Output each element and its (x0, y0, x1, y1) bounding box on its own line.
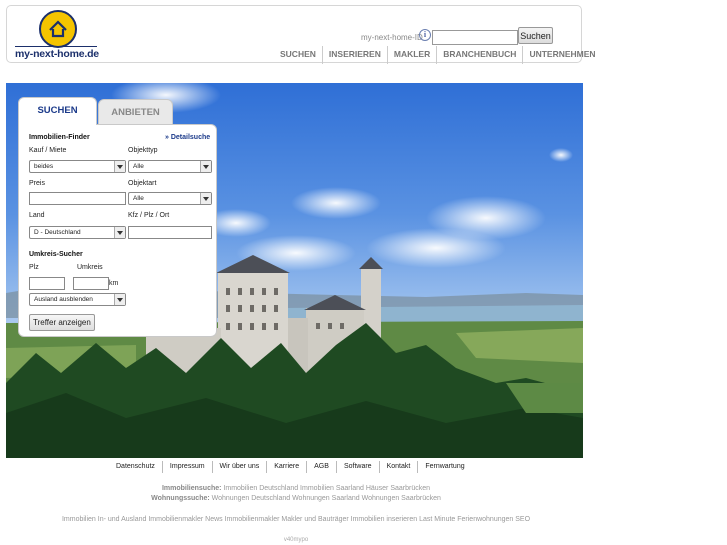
land-value: D - Deutschland (34, 229, 81, 236)
search-panel: Immobilien-Finder » Detailsuche Kauf / M… (18, 124, 217, 337)
umkreis-title: Umkreis-Sucher (29, 251, 83, 258)
objekttyp-select[interactable]: Alle (128, 160, 212, 173)
ausland-select[interactable]: Ausland ausblenden (29, 293, 126, 306)
logo-house-icon (39, 10, 77, 48)
treffer-anzeigen-button[interactable]: Treffer anzeigen (29, 314, 95, 331)
footer-link-agb[interactable]: AGB (306, 461, 336, 473)
id-search-button[interactable]: Suchen (518, 27, 553, 44)
seo-wohn-links[interactable]: Wohnungen Deutschland Wohnungen Saarland… (210, 495, 441, 502)
seo-wohnungssuche: Wohnungssuche: Wohnungen Deutschland Woh… (0, 495, 592, 502)
ausland-value: Ausland ausblenden (34, 296, 93, 303)
nav-branchenbuch[interactable]: BRANCHENBUCH (436, 46, 522, 64)
nav-suchen[interactable]: SUCHEN (274, 46, 322, 64)
logo-underline (15, 46, 97, 47)
detailsuche-link[interactable]: » Detailsuche (165, 134, 210, 141)
objekttyp-label: Objekttyp (128, 147, 158, 154)
tab-anbieten[interactable]: ANBIETEN (98, 99, 173, 125)
chevron-down-icon (200, 193, 211, 204)
kfz-plz-ort-input[interactable] (128, 226, 212, 239)
kauf-miete-value: beides (34, 163, 54, 170)
footer-link-fernwartung[interactable]: Fernwartung (417, 461, 471, 473)
umkreis-label: Umkreis (77, 264, 103, 271)
objektart-value: Alle (133, 195, 144, 202)
plz-label: Plz (29, 264, 39, 271)
info-icon[interactable]: i (419, 29, 431, 41)
plz-input[interactable] (29, 277, 65, 290)
nav-makler[interactable]: MAKLER (386, 46, 436, 64)
finder-title: Immobilien-Finder (29, 134, 90, 141)
main-navigation: SUCHEN INSERIEREN MAKLER BRANCHENBUCH UN… (274, 46, 602, 64)
tab-suchen[interactable]: SUCHEN (18, 97, 97, 125)
objektart-select[interactable]: Alle (128, 192, 212, 205)
km-label: km (109, 280, 119, 287)
chevron-down-icon (200, 161, 211, 172)
kfz-plz-ort-label: Kfz / Plz / Ort (128, 212, 170, 219)
footer-link-karriere[interactable]: Karriere (266, 461, 306, 473)
logo-text: my-next-home.de (15, 48, 99, 60)
footer-links: Datenschutz Impressum Wir über uns Karri… (109, 461, 472, 473)
objektart-label: Objektart (128, 180, 157, 187)
chevron-down-icon (114, 227, 125, 238)
id-label: my-next-home-ID (361, 33, 423, 42)
nav-inserieren[interactable]: INSERIEREN (321, 46, 387, 64)
site-header: my-next-home.de my-next-home-ID i Suchen… (6, 5, 596, 64)
footer-link-kontakt[interactable]: Kontakt (378, 461, 418, 473)
footer-link-wir-ueber-uns[interactable]: Wir über uns (211, 461, 267, 473)
seo-immo-links[interactable]: Immobilien Deutschland Immobilien Saarla… (221, 485, 430, 492)
footer-link-datenschutz[interactable]: Datenschutz (109, 461, 162, 473)
seo-immobiliensuche: Immobiliensuche: Immobilien Deutschland … (0, 485, 592, 492)
version-text: v40mypo (283, 537, 309, 543)
id-search-input[interactable] (432, 30, 518, 45)
footer-link-impressum[interactable]: Impressum (161, 461, 212, 473)
objekttyp-value: Alle (133, 163, 144, 170)
chevron-down-icon (114, 161, 125, 172)
preis-input[interactable] (29, 192, 126, 205)
kauf-miete-label: Kauf / Miete (29, 147, 67, 154)
nav-unternehmen[interactable]: UNTERNEHMEN (522, 46, 601, 64)
site-logo[interactable]: my-next-home.de (15, 10, 103, 62)
seo-link-line[interactable]: Immobilien In- und Ausland Immobilienmak… (0, 516, 592, 523)
preis-label: Preis (29, 180, 45, 187)
kauf-miete-select[interactable]: beides (29, 160, 126, 173)
land-select[interactable]: D - Deutschland (29, 226, 126, 239)
seo-immo-label: Immobiliensuche: (161, 485, 222, 492)
land-label: Land (29, 212, 45, 219)
seo-wohn-label: Wohnungssuche: (151, 495, 210, 502)
footer-link-software[interactable]: Software (335, 461, 379, 473)
chevron-down-icon (114, 294, 125, 305)
umkreis-input[interactable] (73, 277, 109, 290)
